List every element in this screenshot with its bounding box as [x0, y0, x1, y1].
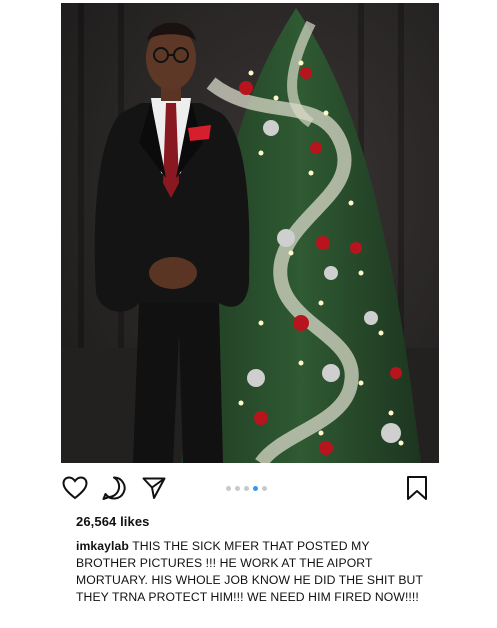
like-button[interactable] [61, 474, 89, 502]
paper-plane-icon [141, 475, 167, 501]
likes-count[interactable]: 26,564 likes [76, 514, 150, 529]
heart-icon [62, 476, 88, 500]
post-caption: imkaylab THIS THE SICK MFER THAT POSTED … [76, 538, 426, 606]
carousel-indicator [226, 484, 267, 492]
post-action-bar [61, 474, 439, 508]
carousel-dot [244, 485, 249, 491]
share-button[interactable] [140, 474, 168, 502]
caption-username[interactable]: imkaylab [76, 539, 129, 553]
instagram-post: 26,564 likes imkaylab THIS THE SICK MFER… [0, 0, 497, 628]
carousel-dot [235, 485, 240, 491]
carousel-dot [262, 485, 267, 491]
bookmark-icon [405, 475, 429, 501]
post-photo[interactable] [61, 3, 439, 463]
save-button[interactable] [403, 474, 431, 502]
carousel-dot-active [253, 485, 258, 491]
carousel-dot [226, 485, 231, 491]
comment-icon [101, 475, 127, 501]
photo-illustration [61, 3, 439, 463]
caption-text: THIS THE SICK MFER THAT POSTED MY BROTHE… [76, 539, 423, 604]
comment-button[interactable] [100, 474, 128, 502]
